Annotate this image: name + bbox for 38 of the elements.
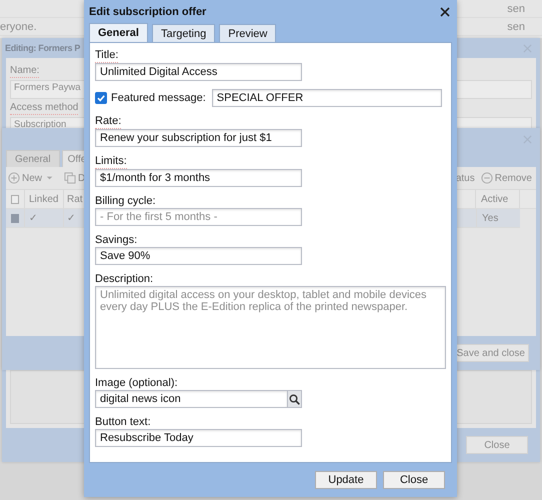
text-area[interactable]: Unlimited digital access on your desktop, tablet and mobile devices every day PLUS the E-Edition replica of the printed newspaper. <box>95 286 446 369</box>
window-title: Editing: Formers P <box>5 43 80 53</box>
close-icon[interactable] <box>440 7 450 17</box>
search-button[interactable] <box>287 390 302 408</box>
field-label: Featured message: <box>111 92 206 104</box>
dialog-title: Edit subscription offer <box>89 6 206 18</box>
minus-circle-icon[interactable] <box>480 172 493 184</box>
field-label: Name: <box>10 65 40 78</box>
field-label: Image (optional): <box>95 377 178 390</box>
tab[interactable]: Targeting <box>152 24 216 42</box>
list-text: sen <box>507 2 525 14</box>
tab[interactable]: Preview <box>219 24 276 42</box>
input-field[interactable]: Unlimited Digital Access <box>95 63 302 81</box>
field-label: Access method <box>10 102 78 115</box>
input-field[interactable]: SPECIAL OFFER <box>212 89 442 107</box>
copy-icon[interactable] <box>64 172 76 184</box>
input-field[interactable]: digital news icon <box>95 390 287 408</box>
field-label: Savings: <box>95 234 138 247</box>
list-text: eryone. <box>0 20 37 32</box>
field-label: Description: <box>95 273 154 286</box>
checkbox[interactable] <box>11 194 19 204</box>
table-cell: ✓ <box>25 209 64 227</box>
close-button[interactable]: Close <box>383 471 445 489</box>
input-field[interactable]: Save 90% <box>95 247 302 265</box>
update-button[interactable]: Update <box>315 471 377 489</box>
input-field[interactable]: - For the first 5 months - <box>95 208 302 226</box>
table-cell: Yes <box>476 209 520 227</box>
checkbox[interactable] <box>11 214 19 222</box>
field-label: Billing cycle: <box>95 195 156 208</box>
input-field[interactable]: Renew your subscription for just $1 <box>95 129 302 147</box>
search-icon[interactable] <box>289 394 300 404</box>
plus-circle-icon[interactable] <box>8 172 20 184</box>
field-label: Button text: <box>95 416 151 429</box>
input-field[interactable]: Resubscribe Today <box>95 429 302 447</box>
tab[interactable]: General <box>89 23 148 42</box>
input-field[interactable]: $1/month for 3 months <box>95 169 302 187</box>
checkbox[interactable] <box>95 92 107 104</box>
list-text: sen <box>507 20 525 32</box>
